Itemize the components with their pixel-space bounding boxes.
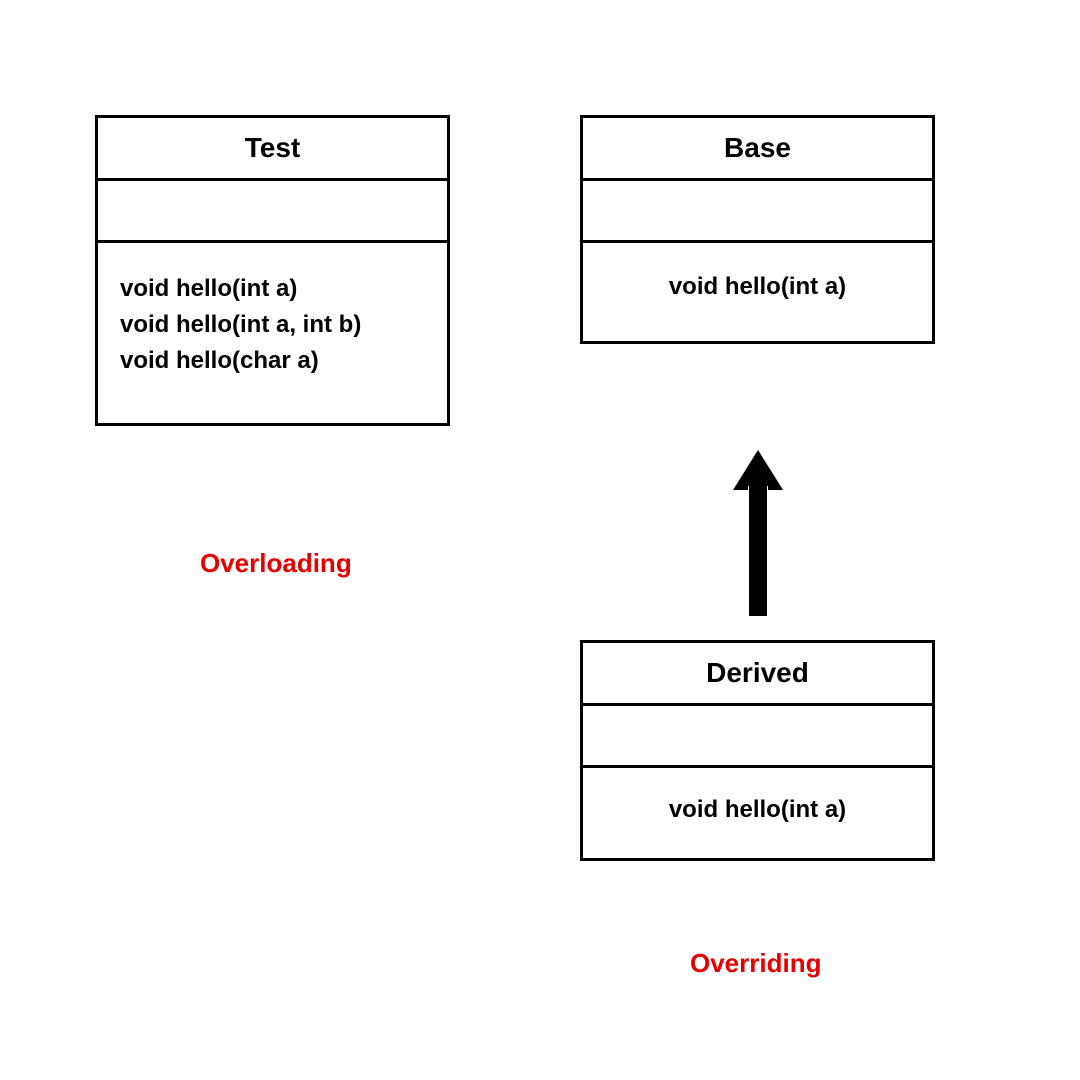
method-line: void hello(int a) [603,269,912,305]
class-attrs-test [98,181,447,243]
class-name-derived: Derived [583,643,932,706]
caption-overriding: Overriding [690,948,821,979]
method-line: void hello(char a) [120,343,425,379]
class-methods-derived: void hello(int a) [583,768,932,858]
class-attrs-derived [583,706,932,768]
class-methods-test: void hello(int a) void hello(int a, int … [98,243,447,423]
class-box-test: Test void hello(int a) void hello(int a,… [95,115,450,426]
method-line: void hello(int a) [120,271,425,307]
class-name-test: Test [98,118,447,181]
class-attrs-base [583,181,932,243]
method-line: void hello(int a, int b) [120,307,425,343]
caption-overloading: Overloading [200,548,352,579]
method-line: void hello(int a) [603,792,912,828]
inheritance-arrow-icon [733,450,783,625]
class-methods-base: void hello(int a) [583,243,932,341]
class-box-base: Base void hello(int a) [580,115,935,344]
class-box-derived: Derived void hello(int a) [580,640,935,861]
class-name-base: Base [583,118,932,181]
